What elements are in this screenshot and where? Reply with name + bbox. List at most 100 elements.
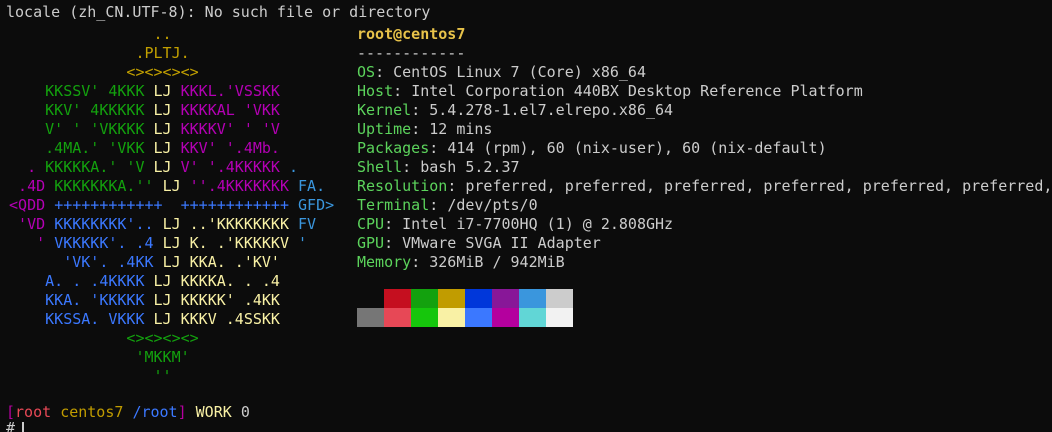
- palette-swatch: [519, 289, 546, 308]
- info-key: Terminal: [357, 196, 430, 214]
- info-value: 326MiB / 942MiB: [429, 253, 565, 271]
- palette-swatch: [411, 289, 438, 308]
- distro-ascii-logo: .. .PLTJ. <><><><> KKSSV' 4KKK LJ KKKL.'…: [0, 25, 350, 386]
- info-line: Shell: bash 5.2.37: [357, 158, 1052, 177]
- info-colon: :: [375, 63, 394, 81]
- logo-row: V' ' 'VKKKK LJ KKKKV' ' 'V: [0, 120, 350, 139]
- logo-segment: ..: [0, 25, 172, 43]
- info-key: Packages: [357, 139, 430, 157]
- info-colon: :: [429, 196, 448, 214]
- info-value: 12 mins: [429, 120, 493, 138]
- logo-row: KKSSA. VKKK LJ KKKV .4SSKK: [0, 310, 350, 329]
- info-value: preferred, preferred, preferred, preferr…: [465, 177, 1052, 195]
- info-line: Terminal: /dev/pts/0: [357, 196, 1052, 215]
- logo-segment: LJ: [153, 310, 172, 328]
- logo-segment: LJ: [153, 158, 172, 176]
- logo-segment: KKKKV' ' 'V: [171, 120, 280, 138]
- locale-warning: locale (zh_CN.UTF-8): No such file or di…: [6, 3, 431, 21]
- info-key: Memory: [357, 253, 412, 271]
- info-value: /dev/pts/0: [447, 196, 538, 214]
- info-key: Host: [357, 82, 394, 100]
- logo-segment: KKKV .4SSKK: [171, 310, 280, 328]
- logo-segment: KKV' '.4Mb.: [171, 139, 280, 157]
- prompt-host: centos7: [60, 403, 124, 421]
- info-line: Kernel: 5.4.278-1.el7.elrepo.x86_64: [357, 101, 1052, 120]
- info-value: Intel i7-7700HQ (1) @ 2.808GHz: [402, 215, 674, 233]
- logo-row: 'VK'. .4KK LJ KKA. .'KV': [0, 253, 350, 272]
- logo-row: 'MKKM': [0, 348, 350, 367]
- logo-row: <><><><>: [0, 329, 350, 348]
- info-key: GPU: [357, 234, 385, 252]
- logo-row: .4MA.' 'VKK LJ KKV' '.4Mb.: [0, 139, 350, 158]
- info-colon: :: [411, 101, 430, 119]
- info-colon: :: [411, 253, 430, 271]
- info-line: GPU: VMware SVGA II Adapter: [357, 234, 1052, 253]
- logo-segment: FA.: [298, 177, 326, 195]
- logo-segment: LJ: [162, 253, 181, 271]
- prompt-label: WORK: [195, 403, 232, 421]
- info-value: bash 5.2.37: [420, 158, 520, 176]
- info-line: OS: CentOS Linux 7 (Core) x86_64: [357, 63, 1052, 82]
- terminal-window[interactable]: locale (zh_CN.UTF-8): No such file or di…: [0, 0, 1052, 432]
- info-lines: OS: CentOS Linux 7 (Core) x86_64 Host: In…: [357, 63, 1052, 272]
- logo-segment: KKKKKKKA.'': [54, 177, 163, 195]
- logo-row: ' VKKKKK'. .4 LJ K. .'KKKKKV ': [0, 234, 350, 253]
- palette-swatch: [384, 308, 411, 327]
- logo-segment: ': [0, 234, 55, 252]
- info-colon: :: [402, 158, 421, 176]
- palette-swatch: [492, 308, 519, 327]
- info-key: Kernel: [357, 101, 412, 119]
- info-value: 414 (rpm), 60 (nix-user), 60 (nix-defaul…: [447, 139, 827, 157]
- logo-segment: 'MKKM': [0, 348, 190, 366]
- info-key: OS: [357, 63, 376, 81]
- palette-swatch: [519, 308, 546, 327]
- palette-row: [357, 308, 573, 327]
- palette-swatch: [357, 289, 384, 308]
- palette-swatch: [438, 289, 465, 308]
- logo-segment: KKKL.'VSSKK: [171, 82, 280, 100]
- palette-swatch: [411, 308, 438, 327]
- logo-row: '': [0, 367, 350, 386]
- info-colon: :: [411, 120, 430, 138]
- logo-segment: KKSSV' 4KKK: [0, 82, 154, 100]
- user-host-title: root@centos7: [357, 25, 466, 43]
- info-key: CPU: [357, 215, 385, 233]
- logo-row: 'VD KKKKKKKK'.. LJ ..'KKKKKKKK FV: [0, 215, 350, 234]
- logo-segment: .4D: [0, 177, 55, 195]
- info-colon: :: [384, 234, 403, 252]
- prompt-second-line: #: [6, 419, 16, 432]
- logo-row: .PLTJ.: [0, 44, 350, 63]
- info-key: Shell: [357, 158, 403, 176]
- palette-swatch: [465, 289, 492, 308]
- logo-segment: LJ: [153, 101, 172, 119]
- logo-segment: .: [0, 158, 46, 176]
- palette-swatch: [492, 289, 519, 308]
- logo-segment: LJ: [153, 120, 172, 138]
- color-palette: [357, 289, 573, 327]
- logo-segment: ': [298, 234, 308, 252]
- info-colon: :: [393, 82, 412, 100]
- logo-segment: ..'KKKKKKKK: [180, 215, 299, 233]
- palette-swatch: [384, 289, 411, 308]
- logo-segment: V' '.4KKKKK: [171, 158, 289, 176]
- logo-segment: ++++++++++++ ++++++++++++: [54, 196, 299, 214]
- palette-swatch: [357, 308, 384, 327]
- text-cursor[interactable]: [22, 422, 24, 432]
- title-separator: ------------: [357, 44, 466, 62]
- logo-segment: KKKKA. . .4: [171, 272, 280, 290]
- info-value: VMware SVGA II Adapter: [402, 234, 601, 252]
- logo-segment: KKSSA. VKKK: [0, 310, 154, 328]
- logo-row: ..: [0, 25, 350, 44]
- logo-segment: FV: [298, 215, 317, 233]
- info-value: 5.4.278-1.el7.elrepo.x86_64: [429, 101, 674, 119]
- logo-segment: V' ' 'VKKKK: [0, 120, 154, 138]
- prompt-user: root: [15, 403, 52, 421]
- prompt-path: /root: [132, 403, 178, 421]
- logo-segment: K. .'KKKKKV: [180, 234, 299, 252]
- logo-segment: LJ: [162, 177, 181, 195]
- logo-row: <><><><>: [0, 63, 350, 82]
- logo-row: KKSSV' 4KKK LJ KKKL.'VSSKK: [0, 82, 350, 101]
- logo-segment: KKKKK' .4KK: [171, 291, 280, 309]
- info-colon: :: [384, 215, 403, 233]
- info-value: Intel Corporation 440BX Desktop Referenc…: [411, 82, 863, 100]
